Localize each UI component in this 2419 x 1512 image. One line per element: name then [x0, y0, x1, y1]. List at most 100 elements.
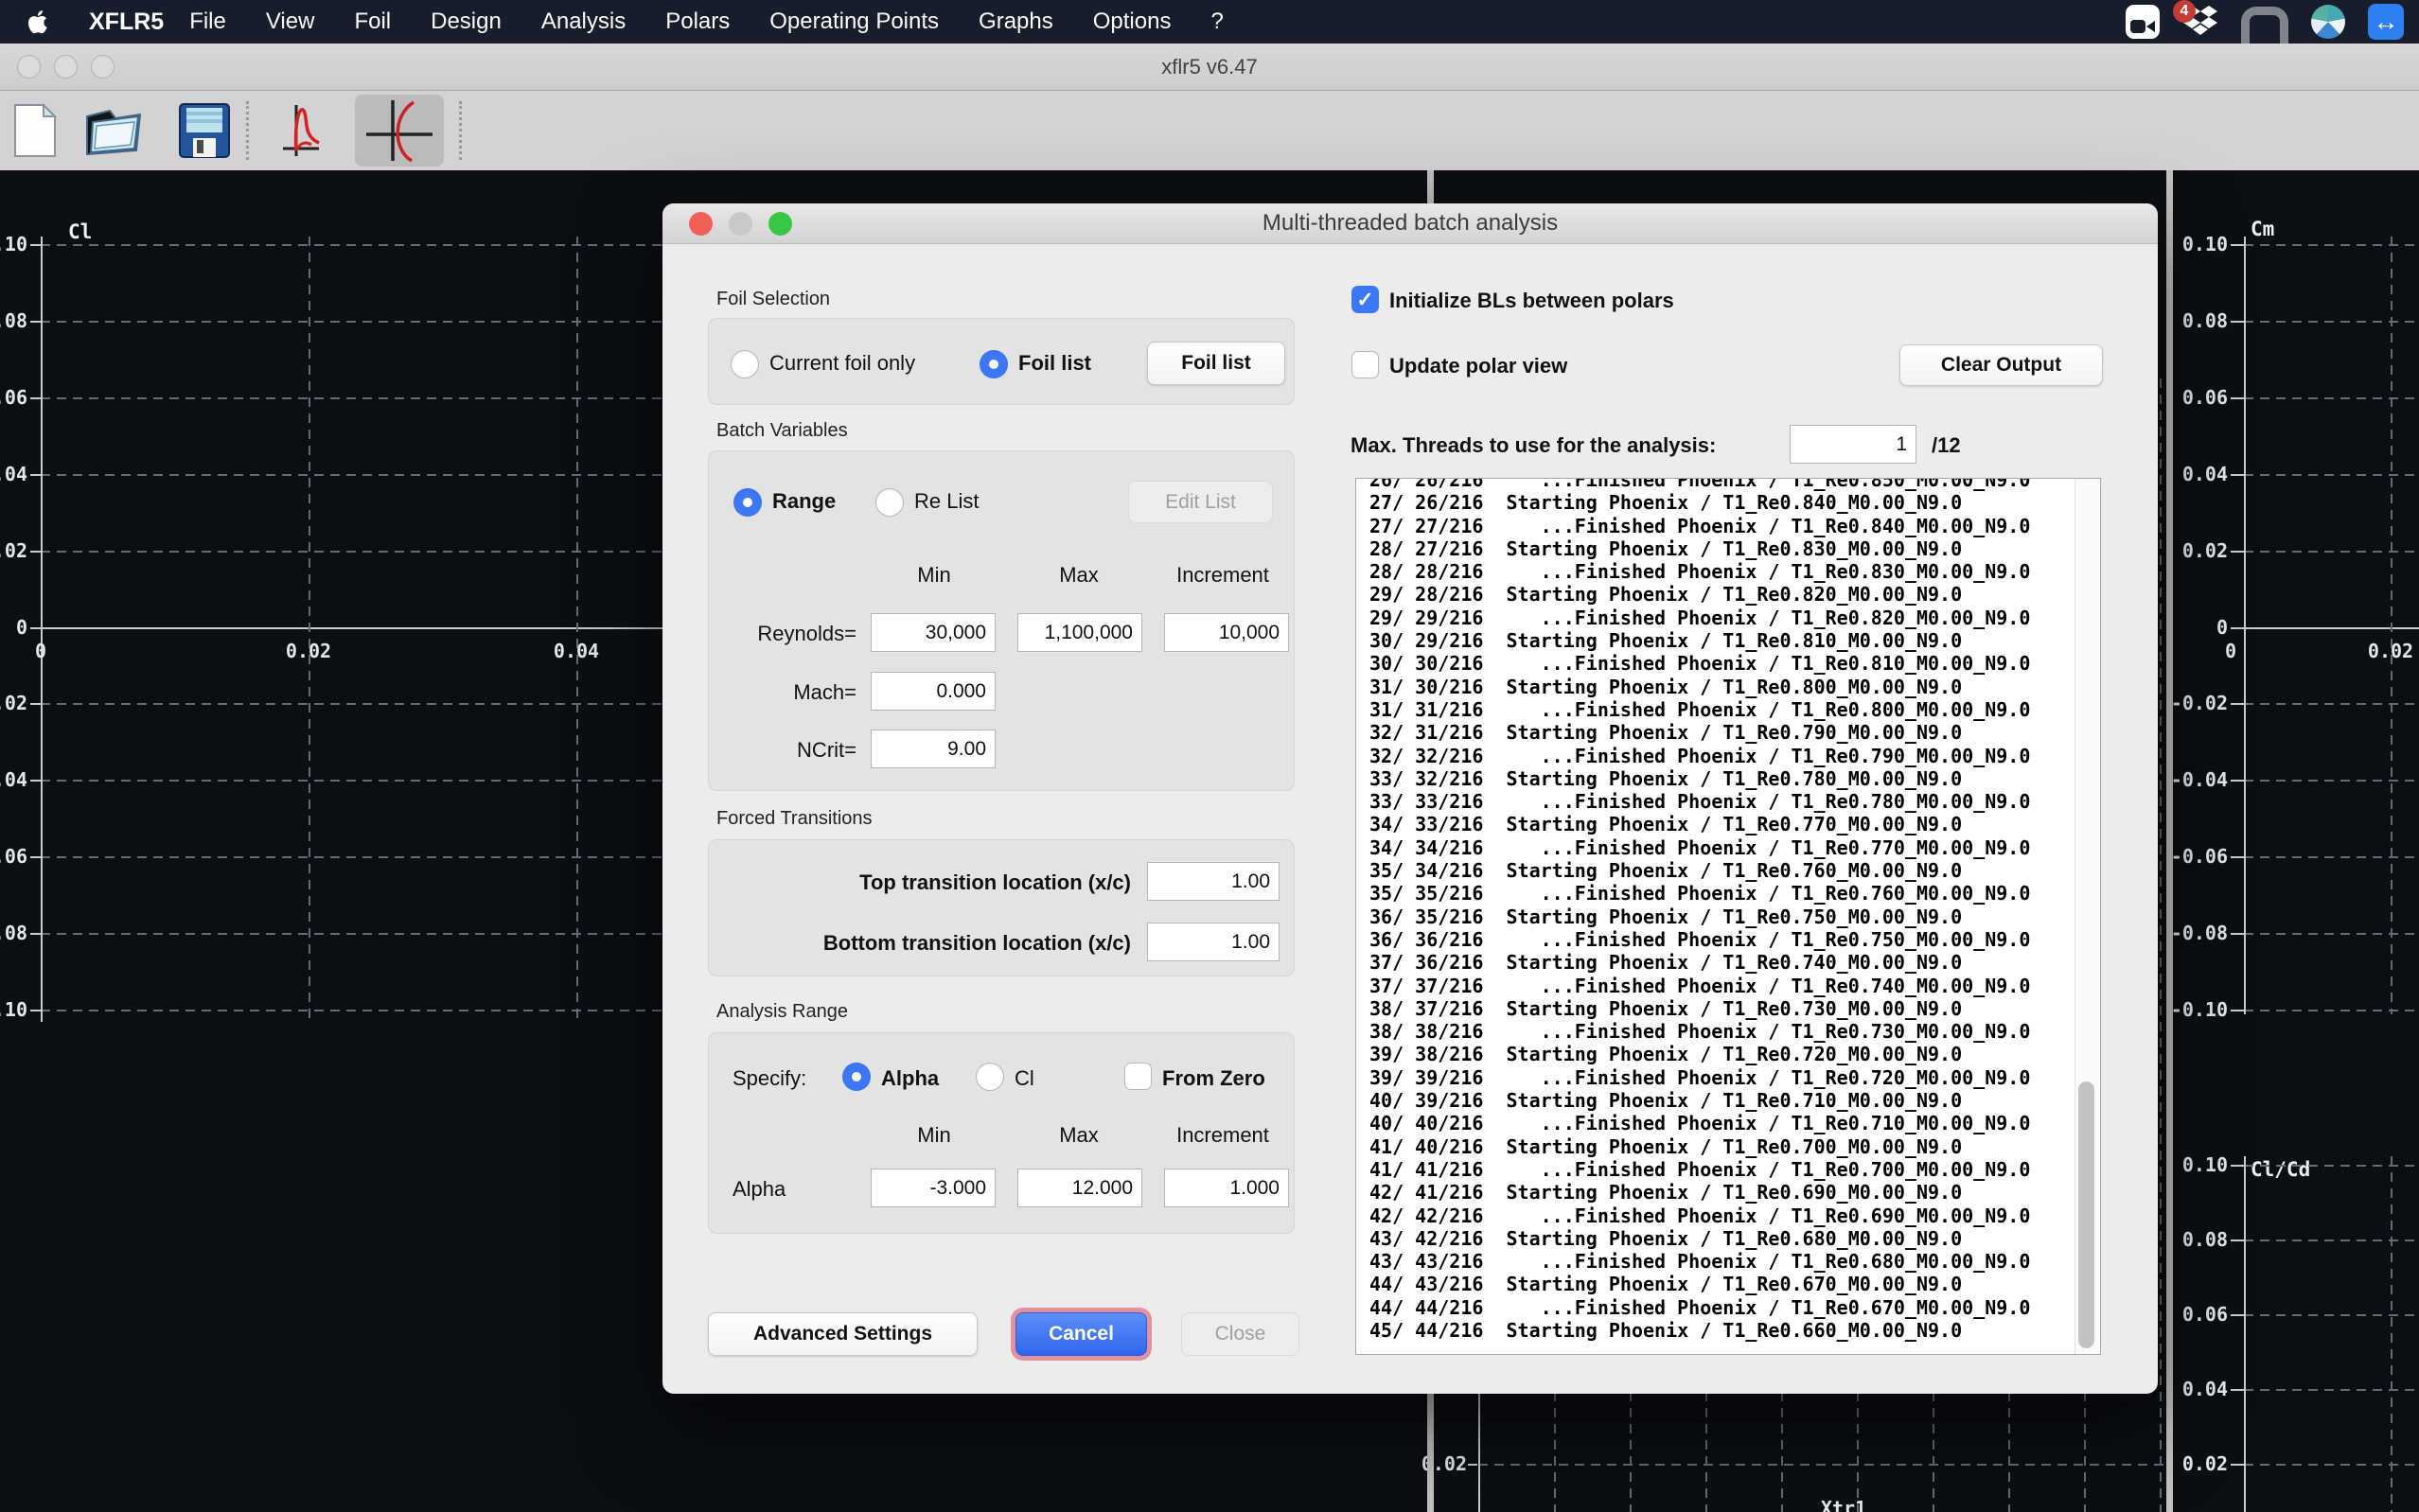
foil-list-button[interactable]: Foil list [1147, 342, 1285, 385]
menu-item--[interactable]: ? [1191, 9, 1243, 35]
cm-graph-gridline-h [2244, 244, 2419, 246]
log-line: 37/ 37/216 ...Finished Phoenix / T1_Re0.… [1369, 975, 2030, 997]
foil-list-radio-label: Foil list [1018, 351, 1091, 376]
close-button[interactable]: Close [1181, 1312, 1299, 1356]
log-line: 38/ 38/216 ...Finished Phoenix / T1_Re0.… [1369, 1020, 2030, 1043]
from-zero-checkbox[interactable] [1124, 1063, 1152, 1090]
cl-graph-title: Cl [68, 220, 92, 243]
cl-graph-y-tick-mark [30, 244, 41, 246]
menu-item-options[interactable]: Options [1073, 9, 1192, 35]
menu-status-icons: 4 ↔ [2126, 0, 2404, 44]
reynolds-min-input[interactable]: 30,000 [871, 613, 996, 652]
log-line: 34/ 34/216 ...Finished Phoenix / T1_Re0.… [1369, 836, 2030, 859]
foil-list-radio[interactable] [980, 350, 1008, 378]
clcd-graph-gridline-h [2244, 1314, 2419, 1316]
forced-transitions-label: Forced Transitions [716, 808, 873, 830]
anyconnect-globe-icon[interactable] [2311, 5, 2345, 39]
top-transition-input[interactable]: 1.00 [1147, 862, 1280, 901]
cm-graph-gridline-h [2244, 474, 2419, 476]
window-traffic-lights [17, 44, 115, 90]
reynolds-max-input[interactable]: 1,100,000 [1017, 613, 1142, 652]
analysis-log-output[interactable]: 26/ 26/216 ...Finished Phoenix / T1_Re0.… [1355, 478, 2101, 1355]
teamviewer-icon[interactable]: ↔ [2368, 4, 2404, 40]
log-line: 45/ 44/216 Starting Phoenix / T1_Re0.660… [1369, 1319, 2030, 1342]
menu-item-polars[interactable]: Polars [645, 9, 750, 35]
log-line: 26/ 26/216 ...Finished Phoenix / T1_Re0.… [1369, 478, 2030, 491]
menu-item-design[interactable]: Design [411, 9, 521, 35]
dropbox-icon[interactable]: 4 [2182, 6, 2218, 38]
cl-graph-y-tick-label: 0.08 [0, 309, 27, 332]
cm-graph-y-tick-mark [2231, 703, 2244, 705]
close-window-button[interactable] [17, 55, 41, 79]
edit-list-button[interactable]: Edit List [1128, 481, 1273, 523]
clcd-graph-y-axis-line [2244, 1156, 2246, 1512]
log-line: 41/ 41/216 ...Finished Phoenix / T1_Re0.… [1369, 1158, 2030, 1181]
log-line: 44/ 43/216 Starting Phoenix / T1_Re0.670… [1369, 1273, 2030, 1295]
menu-item-operating-points[interactable]: Operating Points [750, 9, 959, 35]
menu-item-file[interactable]: File [169, 9, 246, 35]
alpha-min-input[interactable]: -3.000 [871, 1169, 996, 1207]
mach-input[interactable]: 0.000 [871, 672, 996, 711]
cm-graph-title: Cm [2251, 218, 2274, 240]
open-file-button[interactable] [83, 103, 150, 158]
apple-menu-icon[interactable] [28, 8, 53, 36]
arch-app-icon[interactable] [2241, 1, 2288, 44]
cl-graph-y-tick-mark [30, 627, 41, 629]
advanced-settings-button[interactable]: Advanced Settings [708, 1312, 978, 1356]
clear-output-button[interactable]: Clear Output [1899, 344, 2103, 386]
log-line: 32/ 31/216 Starting Phoenix / T1_Re0.790… [1369, 721, 2030, 744]
initialize-bls-checkbox[interactable]: ✓ [1351, 286, 1379, 313]
cl-radio-label: Cl [1015, 1066, 1034, 1091]
new-file-button[interactable] [13, 103, 57, 158]
ncrit-input[interactable]: 9.00 [871, 730, 996, 768]
range-radio[interactable] [733, 488, 762, 517]
cm-graph-x-tick-label: 0.02 [2348, 640, 2419, 662]
log-line: 33/ 32/216 Starting Phoenix / T1_Re0.780… [1369, 767, 2030, 790]
zoom-window-button[interactable] [91, 55, 115, 79]
max-threads-input[interactable]: 1 [1790, 425, 1916, 464]
alpha-row-label: Alpha [733, 1177, 786, 1202]
menu-item-foil[interactable]: Foil [334, 9, 411, 35]
menu-item-graphs[interactable]: Graphs [959, 9, 1073, 35]
xtr-graph-gridline-v [2160, 378, 2162, 1512]
cm-graph-gridline-h [2244, 703, 2419, 705]
mach-label: Mach= [715, 680, 856, 705]
reynolds-increment-input[interactable]: 10,000 [1164, 613, 1289, 652]
menu-item-view[interactable]: View [246, 9, 335, 35]
dialog-close-button[interactable] [689, 212, 713, 236]
alpha-increment-input[interactable]: 1.000 [1164, 1169, 1289, 1207]
menu-bar: XFLR5FileViewFoilDesignAnalysisPolarsOpe… [0, 0, 2419, 44]
cm-graph-gridline-h [2244, 780, 2419, 782]
log-line: 42/ 41/216 Starting Phoenix / T1_Re0.690… [1369, 1181, 2030, 1204]
save-button[interactable] [178, 102, 231, 159]
clcd-graph-y-tick-mark [2231, 1239, 2244, 1241]
bottom-transition-input[interactable]: 1.00 [1147, 923, 1280, 961]
cm-graph-gridline-h [2244, 933, 2419, 935]
cm-graph-x-axis-line [2244, 627, 2419, 629]
foil-selection-label: Foil Selection [716, 289, 830, 310]
log-line: 28/ 28/216 ...Finished Phoenix / T1_Re0.… [1369, 560, 2030, 583]
dialog-title-bar[interactable]: Multi-threaded batch analysis [662, 203, 2158, 244]
update-polar-view-checkbox[interactable] [1351, 351, 1379, 378]
pane-splitter-right[interactable] [2166, 170, 2173, 1512]
polar-view-button[interactable] [277, 99, 344, 162]
log-line: 31/ 30/216 Starting Phoenix / T1_Re0.800… [1369, 676, 2030, 698]
dialog-zoom-button[interactable] [768, 212, 792, 236]
alpha-radio[interactable] [842, 1063, 871, 1091]
log-scrollbar[interactable] [2075, 479, 2098, 1354]
cl-radio[interactable] [976, 1063, 1004, 1091]
foil-design-button[interactable] [355, 95, 444, 167]
cm-graph-y-tick-mark [2231, 627, 2244, 629]
zoom-video-icon[interactable] [2126, 5, 2160, 39]
log-line: 43/ 42/216 Starting Phoenix / T1_Re0.680… [1369, 1227, 2030, 1250]
re-list-radio[interactable] [875, 488, 904, 517]
minimize-window-button[interactable] [54, 55, 78, 79]
log-scrollbar-thumb[interactable] [2078, 1081, 2094, 1348]
cm-graph-y-tick-mark [2231, 1010, 2244, 1011]
current-foil-only-radio[interactable] [731, 350, 759, 378]
menu-app-name[interactable]: XFLR5 [89, 9, 164, 36]
alpha-max-input[interactable]: 12.000 [1017, 1169, 1142, 1207]
cancel-button[interactable]: Cancel [1015, 1312, 1147, 1356]
menu-item-analysis[interactable]: Analysis [521, 9, 645, 35]
cl-graph-y-tick-mark [30, 703, 41, 705]
